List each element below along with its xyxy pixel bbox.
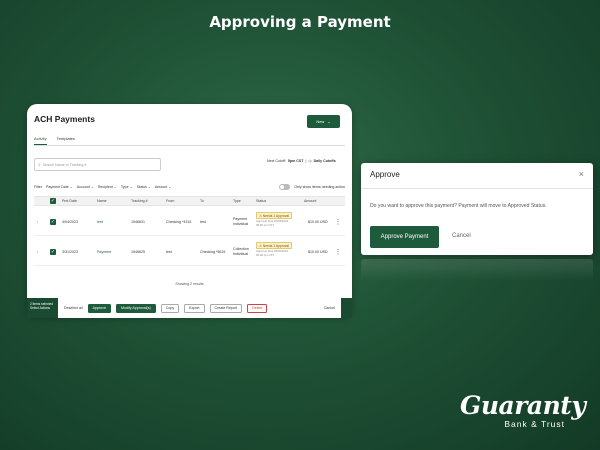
column-header[interactable]: Pmt Date xyxy=(62,199,77,203)
filter-label: Filter xyxy=(34,185,42,189)
status-badge: ⚠ Needs 1 Approval xyxy=(256,212,292,219)
new-button[interactable]: New ⌄ xyxy=(307,115,340,128)
modify-approvals-button[interactable]: Modify Approval(s) xyxy=(115,303,156,313)
payment-date: 3/31/2023 xyxy=(62,249,78,254)
column-header[interactable]: From xyxy=(166,199,174,203)
table-row[interactable]: › ✓ 4/04/2023 test 1946631 Checking *431… xyxy=(34,208,345,236)
tracking-number: 1946631 xyxy=(131,219,145,224)
copy-button[interactable]: Copy xyxy=(160,303,180,313)
daily-cutoffs-link[interactable]: Daily Cutoffs xyxy=(314,159,336,163)
row-checkbox[interactable]: ✓ xyxy=(50,248,56,255)
warning-icon: ⚠ xyxy=(259,213,262,218)
logo-wordmark: Guaranty xyxy=(460,391,586,420)
cancel-button[interactable]: Cancel xyxy=(452,233,471,239)
payment-date: 4/04/2023 xyxy=(62,219,78,224)
payment-amount: $10.00 USD xyxy=(308,249,328,254)
payment-type: Payment xyxy=(233,217,248,221)
toggle-label: Only show items needing action xyxy=(294,185,345,189)
select-actions-label: Select Actions xyxy=(30,306,51,310)
approve-dialog: Approve × Do you want to approve this pa… xyxy=(361,163,593,255)
bulk-action-bar: 2 items selected Select Actions Deselect… xyxy=(27,298,352,318)
tracking-number: 1946625 xyxy=(131,249,145,254)
chevron-down-icon: ⌄ xyxy=(327,119,331,124)
needs-action-toggle[interactable] xyxy=(279,184,291,190)
column-header[interactable]: Type xyxy=(233,199,241,203)
to-account: Checking *5615 xyxy=(200,249,226,254)
cutoff-label: Next Cutoff: xyxy=(267,159,286,163)
filter-type[interactable]: Type ⌄ xyxy=(121,185,133,189)
cutoff-time: 5pm CST xyxy=(287,159,304,163)
payment-name-link[interactable]: test xyxy=(97,220,103,224)
cutoff-info: Next Cutoff: 5pm CST | ◷ Daily Cutoffs xyxy=(267,159,336,163)
logo-subtitle: Bank & Trust xyxy=(504,419,565,429)
column-header[interactable]: To xyxy=(200,199,204,203)
search-icon: ⚲ xyxy=(38,162,41,167)
dialog-reflection xyxy=(361,259,593,281)
tab-bar: Activity Templates xyxy=(34,136,75,145)
payment-type: Collection xyxy=(233,247,249,251)
filter-payment-date[interactable]: Payment Date ⌄ xyxy=(46,185,73,189)
filter-recipient[interactable]: Recipient ⌄ xyxy=(98,185,117,189)
warning-icon: ⚠ xyxy=(259,243,262,248)
bulk-actions: Deselect all Approve Modify Approval(s) … xyxy=(58,298,341,318)
delete-button[interactable]: Delete xyxy=(247,303,268,313)
table-row[interactable]: › ✓ 3/31/2023 Payment 1946625 test Check… xyxy=(34,238,345,266)
column-header[interactable]: Tracking # xyxy=(131,199,148,203)
expand-chevron-icon[interactable]: › xyxy=(37,220,38,224)
tab-templates[interactable]: Templates xyxy=(57,136,75,145)
selection-summary: 2 items selected Select Actions xyxy=(30,302,53,310)
more-icon[interactable]: ⋮ xyxy=(335,218,341,225)
payment-subtype: Individual xyxy=(233,252,249,256)
dialog-message: Do you want to approve this payment? Pay… xyxy=(370,203,547,209)
select-all-checkbox[interactable]: ✓ xyxy=(50,198,56,204)
expand-chevron-icon[interactable]: › xyxy=(37,250,38,254)
approve-payment-button[interactable]: Approve Payment xyxy=(370,226,439,248)
filter-status[interactable]: Status ⌄ xyxy=(137,185,151,189)
results-count: Showing 2 results xyxy=(175,282,204,286)
create-report-button[interactable]: Create Report xyxy=(209,303,243,313)
column-header[interactable]: Name xyxy=(97,199,107,203)
from-account: Checking *4315 xyxy=(166,219,192,224)
bank-logo: Guaranty Bank & Trust xyxy=(460,391,586,438)
payment-amount: $10.00 USD xyxy=(308,219,328,224)
row-checkbox[interactable]: ✓ xyxy=(50,218,56,225)
from-account: test xyxy=(166,249,172,254)
separator: | xyxy=(305,159,307,163)
new-button-label: New xyxy=(316,119,325,124)
status-badge: ⚠ Needs 1 Approval xyxy=(256,242,292,249)
clock-icon: ◷ xyxy=(308,159,312,163)
more-icon[interactable]: ⋮ xyxy=(335,248,341,255)
filter-account[interactable]: Account ⌄ xyxy=(77,185,94,189)
tabs-divider xyxy=(34,145,345,146)
slide-title: Approving a Payment xyxy=(209,13,391,31)
search-placeholder: Search Name or Tracking # xyxy=(42,162,87,167)
approve-bulk-button[interactable]: Approve xyxy=(87,303,111,313)
search-input[interactable]: ⚲ Search Name or Tracking # xyxy=(34,158,161,171)
approval-due-time: 05:00 pm CST xyxy=(256,223,275,227)
approval-due-time: 05:00 pm CST xyxy=(256,253,275,257)
tab-activity[interactable]: Activity xyxy=(34,136,47,145)
close-icon[interactable]: × xyxy=(579,169,584,179)
to-account: test xyxy=(200,219,206,224)
payment-name-link[interactable]: Payment xyxy=(97,250,111,254)
page-title: ACH Payments xyxy=(34,114,95,124)
dialog-divider xyxy=(361,188,593,189)
filter-bar: Filter Payment Date ⌄ Account ⌄ Recipien… xyxy=(34,182,345,192)
dialog-title: Approve xyxy=(370,170,400,179)
export-button[interactable]: Export xyxy=(184,303,205,313)
ach-payments-panel: ACH Payments New ⌄ Activity Templates ⚲ … xyxy=(27,104,352,316)
cancel-link[interactable]: Cancel xyxy=(324,306,335,310)
table-header: ✓ Pmt Date Name Tracking # From To Type … xyxy=(34,196,345,206)
column-header[interactable]: Status xyxy=(256,199,266,203)
column-header[interactable]: Amount xyxy=(304,199,316,203)
deselect-all-link[interactable]: Deselect all xyxy=(64,306,83,310)
payment-subtype: Individual xyxy=(233,222,249,226)
filter-amount[interactable]: Amount ⌄ xyxy=(155,185,171,189)
